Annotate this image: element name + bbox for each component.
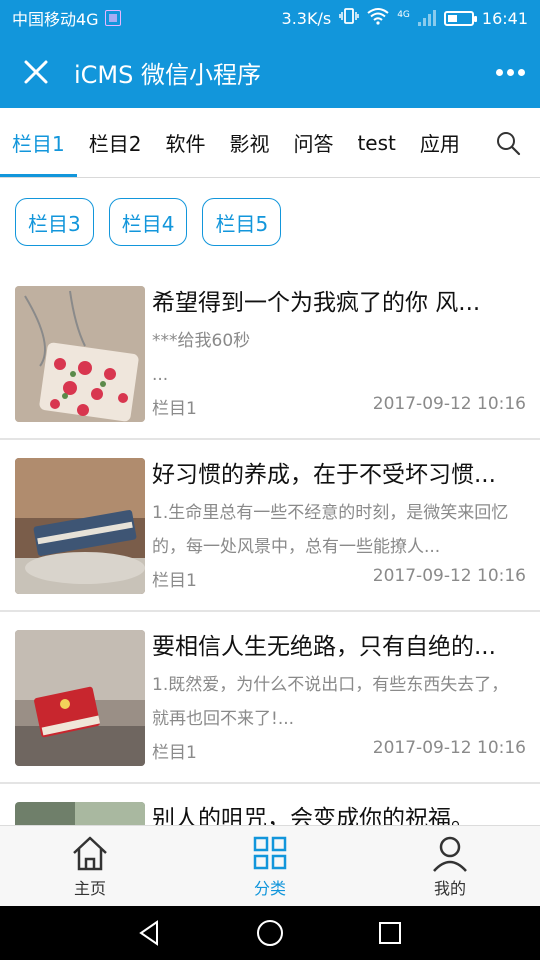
nav-home[interactable]: 主页 [0,826,180,906]
recents-icon[interactable] [375,918,405,948]
category-tab-bar: 栏目1 栏目2 软件 影视 问答 test 应用 [0,108,540,178]
close-button[interactable] [0,36,72,108]
tab-item[interactable]: 问答 [281,108,345,177]
grid-icon [253,836,287,870]
more-icon [495,68,503,76]
bottom-nav: 主页 分类 我的 [0,825,540,906]
thumbnail-image [15,802,145,825]
title-bar: iCMS 微信小程序 [0,36,540,108]
article-title[interactable]: 别人的咀咒，会变成你的祝福。 [152,802,527,825]
nav-label: 分类 [253,879,286,898]
vibrate-icon [339,7,359,29]
nav-category[interactable]: 分类 [180,826,360,906]
article-date: 2017-09-12 10:16 [372,566,526,586]
clock: 16:41 [481,8,528,28]
article-title[interactable]: 希望得到一个为我疯了的你 风... [152,286,527,320]
home-icon [73,836,107,871]
article-category: 栏目1 [152,571,197,591]
article-category: 栏目1 [152,399,197,419]
thumbnail-image [15,286,145,422]
article-date: 2017-09-12 10:16 [372,394,526,414]
wifi-icon [367,7,389,29]
network-speed: 3.3K/s [281,8,332,28]
nav-label: 我的 [433,879,466,898]
tab-item[interactable]: 栏目2 [77,108,154,177]
user-icon [433,836,467,872]
tab-list: 栏目1 栏目2 软件 影视 问答 test 应用 [0,108,476,177]
system-navigation-bar [0,906,540,960]
nav-me[interactable]: 我的 [360,826,540,906]
chip[interactable]: 栏目5 [202,198,282,246]
list-item[interactable]: 要相信人生无绝路，只有自绝的... 1.既然爱，为什么不说出口，有些东西失去了，… [0,612,540,784]
back-icon[interactable] [135,918,165,948]
search-button[interactable] [476,108,540,177]
chip[interactable]: 栏目4 [108,198,188,246]
app-title: iCMS 微信小程序 [74,60,261,89]
article-summary: ***给我60秒 ... [152,331,251,385]
status-bar: 中国移动4G 3.3K/s 4G 16:41 [0,0,540,36]
signal-icon [417,10,436,26]
battery-icon [443,10,477,26]
home-circle-icon[interactable] [255,918,285,948]
article-category: 栏目1 [152,743,197,763]
list-item[interactable]: 希望得到一个为我疯了的你 风... ***给我60秒 ... 栏目1 2017-… [0,268,540,440]
nav-label: 主页 [73,879,106,898]
list-item[interactable]: 好习惯的养成，在于不受坏习惯... 1.生命里总有一些不经意的时刻，是微笑来回忆… [0,440,540,612]
sim-icon [104,10,121,26]
article-list: 希望得到一个为我疯了的你 风... ***给我60秒 ... 栏目1 2017-… [0,268,540,825]
carrier-label: 中国移动4G [12,10,99,29]
thumbnail-image [15,630,145,766]
article-date: 2017-09-12 10:16 [372,738,526,758]
tab-item[interactable]: 应用 [408,108,472,177]
network-type: 4G [397,10,410,20]
list-item[interactable]: 别人的咀咒，会变成你的祝福。 [0,784,540,825]
tab-item[interactable]: test [345,108,407,177]
search-icon [497,131,521,155]
tab-item[interactable]: 软件 [153,108,217,177]
article-title[interactable]: 好习惯的养成，在于不受坏习惯... [152,458,527,492]
thumbnail-image [15,458,145,594]
tab-item[interactable]: 影视 [217,108,281,177]
tab-item[interactable]: 栏目1 [0,108,77,177]
article-title[interactable]: 要相信人生无绝路，只有自绝的... [152,630,527,664]
more-button[interactable] [480,36,540,108]
chip[interactable]: 栏目3 [15,198,94,246]
subcategory-chips: 栏目3 栏目4 栏目5 [15,198,282,246]
article-summary: 1.生命里总有一些不经意的时刻，是微笑来回忆的，每一处风景中，总有一些能撩人..… [152,503,509,557]
close-icon [24,60,48,84]
article-summary: 1.既然爱，为什么不说出口，有些东西失去了，就再也回不来了!... [152,675,509,729]
